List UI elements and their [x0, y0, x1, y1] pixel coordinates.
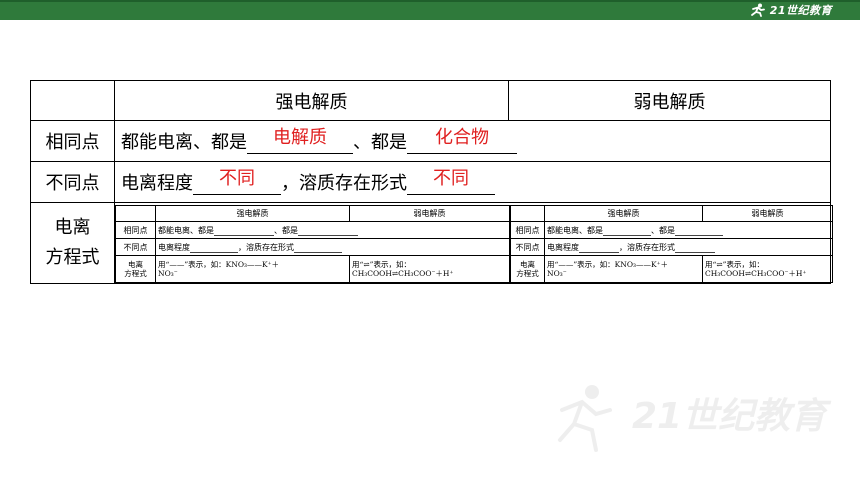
mini-row-difference: 不同点 电离程度 ，溶质存在形式: [115, 238, 510, 257]
watermark-logo: 21世纪教育: [558, 385, 832, 452]
row-label-similarity: 相同点: [30, 120, 115, 162]
table-row-similarity: 相同点 都能电离、都是 电解质 、都是 化合物: [30, 120, 831, 162]
mini-header-weak: 弱电解质: [702, 204, 833, 223]
similarity-content: 都能电离、都是 电解质 、都是 化合物: [114, 120, 831, 162]
answer-blank-3: 不同: [193, 168, 281, 195]
answer-compound: 化合物: [435, 127, 489, 148]
mini-label-equation: 电离 方程式: [115, 255, 156, 283]
mini-corner: [510, 204, 545, 223]
difference-text-b: ，溶质存在形式: [281, 173, 407, 194]
answer-blank-1: 电解质: [247, 127, 353, 154]
mini-difference-content: 电离程度 ，溶质存在形式: [155, 238, 510, 257]
equation-content: 强电解质 弱电解质 相同点 都能电离、都是 、都是 不同点 电离程度 ，溶质存在形式…: [114, 202, 833, 284]
mini-label-equation-line1: 电离: [520, 259, 535, 269]
mini-blank: [298, 228, 358, 236]
mini-row-equation: 电离 方程式 用“——”表示，如：KNO₃——K⁺＋ NO₃⁻ 用“⇌”表示，如： C…: [510, 255, 833, 283]
mini-similarity-text-b: 、都是: [651, 225, 675, 235]
table-row-equation: 电离 方程式 强电解质 弱电解质 相同点 都能电离、都是 、都是 不同点 电离程…: [30, 202, 833, 284]
mini-difference-text-a: 电离程度: [158, 242, 190, 252]
mini-similarity-text-a: 都能电离、都是: [158, 225, 214, 235]
row-label-equation: 电离 方程式: [30, 202, 115, 284]
mini-label-similarity: 相同点: [115, 221, 156, 240]
table-header-row: 强电解质 弱电解质: [30, 80, 831, 121]
mini-row-equation: 电离 方程式 用“——”表示，如：KNO₃——K⁺＋ NO₃⁻ 用“⇌”表示，如： C…: [115, 255, 510, 283]
mini-corner: [115, 204, 156, 223]
brand-logo: 21世纪教育: [750, 2, 832, 18]
mini-blank: [294, 245, 342, 253]
mini-similarity-content: 都能电离、都是 、都是: [155, 221, 510, 240]
mini-difference-text-b: ，溶质存在形式: [238, 242, 294, 252]
mini-blank: [675, 245, 715, 253]
mini-strong-equation: 用“——”表示，如：KNO₃——K⁺＋ NO₃⁻: [544, 255, 703, 283]
embedded-table-pair: 强电解质 弱电解质 相同点 都能电离、都是 、都是 不同点 电离程度 ，溶质存在形式…: [115, 204, 833, 283]
answer-blank-4: 不同: [407, 168, 495, 195]
mini-label-difference: 不同点: [510, 238, 545, 257]
mini-row-similarity: 相同点 都能电离、都是 、都是: [510, 221, 833, 240]
difference-text-a: 电离程度: [121, 173, 193, 194]
watermark-text: 21世纪教育: [632, 396, 832, 437]
mini-header-strong: 强电解质: [155, 204, 350, 223]
row-label-equation-line2: 方程式: [45, 247, 100, 268]
electrolyte-comparison-table: 强电解质 弱电解质 相同点 都能电离、都是 电解质 、都是 化合物 不同点 电离程度不…: [30, 80, 833, 284]
mini-header-row: 强电解质 弱电解质: [510, 204, 833, 223]
mini-row-similarity: 相同点 都能电离、都是 、都是: [115, 221, 510, 240]
similarity-text-a: 都能电离、都是: [121, 132, 247, 153]
header-strong-electrolyte: 强电解质: [114, 80, 509, 121]
mini-strong-equation: 用“——”表示，如：KNO₃——K⁺＋ NO₃⁻: [155, 255, 350, 283]
mini-header-weak: 弱电解质: [349, 204, 510, 223]
watermark-runner-icon: [558, 385, 612, 452]
embedded-table-left: 强电解质 弱电解质 相同点 都能电离、都是 、都是 不同点 电离程度 ，溶质存在形式…: [115, 204, 510, 283]
mini-strong-eq-line1: 用“——”表示，如：KNO₃——K⁺＋: [158, 259, 280, 269]
mini-weak-eq-line1: 用“⇌”表示，如：: [352, 259, 411, 269]
mini-weak-eq-line1: 用“⇌”表示，如：: [705, 259, 764, 269]
runner-logo-icon: [750, 3, 765, 17]
mini-blank: [675, 228, 723, 236]
brand-logo-text: 21世纪教育: [769, 4, 832, 17]
embedded-table-right: 强电解质 弱电解质 相同点 都能电离、都是 、都是 不同点 电离程度 ，溶质存在形式…: [510, 204, 833, 283]
header-weak-electrolyte: 弱电解质: [508, 80, 831, 121]
top-banner: 21世纪教育: [0, 0, 860, 20]
top-banner-stripe: [0, 0, 860, 2]
mini-row-difference: 不同点 电离程度 ，溶质存在形式: [510, 238, 833, 257]
mini-blank: [603, 228, 651, 236]
mini-similarity-text-b: 、都是: [274, 225, 298, 235]
difference-content: 电离程度 不同 ，溶质存在形式 不同: [114, 161, 831, 203]
mini-weak-equation: 用“⇌”表示，如： CH₃COOH⇌CH₃COO⁻＋H⁺: [349, 255, 510, 283]
mini-blank: [579, 245, 619, 253]
mini-label-equation-line2: 方程式: [124, 268, 147, 278]
mini-blank: [214, 228, 274, 236]
mini-strong-eq-line1: 用“——”表示，如：KNO₃——K⁺＋: [547, 259, 669, 269]
mini-strong-eq-line2: NO₃⁻: [158, 268, 178, 278]
mini-difference-content: 电离程度 ，溶质存在形式: [544, 238, 833, 257]
mini-label-similarity: 相同点: [510, 221, 545, 240]
mini-blank: [190, 245, 238, 253]
mini-label-equation: 电离 方程式: [510, 255, 545, 283]
mini-header-strong: 强电解质: [544, 204, 703, 223]
mini-header-row: 强电解质 弱电解质: [115, 204, 510, 223]
mini-difference-text-b: ，溶质存在形式: [619, 242, 675, 252]
corner-cell: [30, 80, 115, 121]
row-label-difference: 不同点: [30, 161, 115, 203]
row-label-equation-line1: 电离: [54, 217, 91, 238]
mini-weak-eq-line2: CH₃COOH⇌CH₃COO⁻＋H⁺: [705, 268, 807, 278]
table-row-difference: 不同点 电离程度 不同 ，溶质存在形式 不同: [30, 161, 831, 203]
mini-weak-eq-line2: CH₃COOH⇌CH₃COO⁻＋H⁺: [352, 268, 454, 278]
mini-similarity-content: 都能电离、都是 、都是: [544, 221, 833, 240]
answer-different-1: 不同: [219, 168, 255, 189]
mini-weak-equation: 用“⇌”表示，如： CH₃COOH⇌CH₃COO⁻＋H⁺: [702, 255, 833, 283]
mini-strong-eq-line2: NO₃⁻: [547, 268, 567, 278]
mini-label-difference: 不同点: [115, 238, 156, 257]
mini-difference-text-a: 电离程度: [547, 242, 579, 252]
answer-different-2: 不同: [433, 168, 469, 189]
mini-label-equation-line1: 电离: [128, 259, 143, 269]
answer-electrolyte: 电解质: [273, 127, 327, 148]
similarity-text-b: 、都是: [353, 132, 407, 153]
mini-similarity-text-a: 都能电离、都是: [547, 225, 603, 235]
mini-label-equation-line2: 方程式: [516, 268, 539, 278]
answer-blank-2: 化合物: [407, 127, 517, 154]
